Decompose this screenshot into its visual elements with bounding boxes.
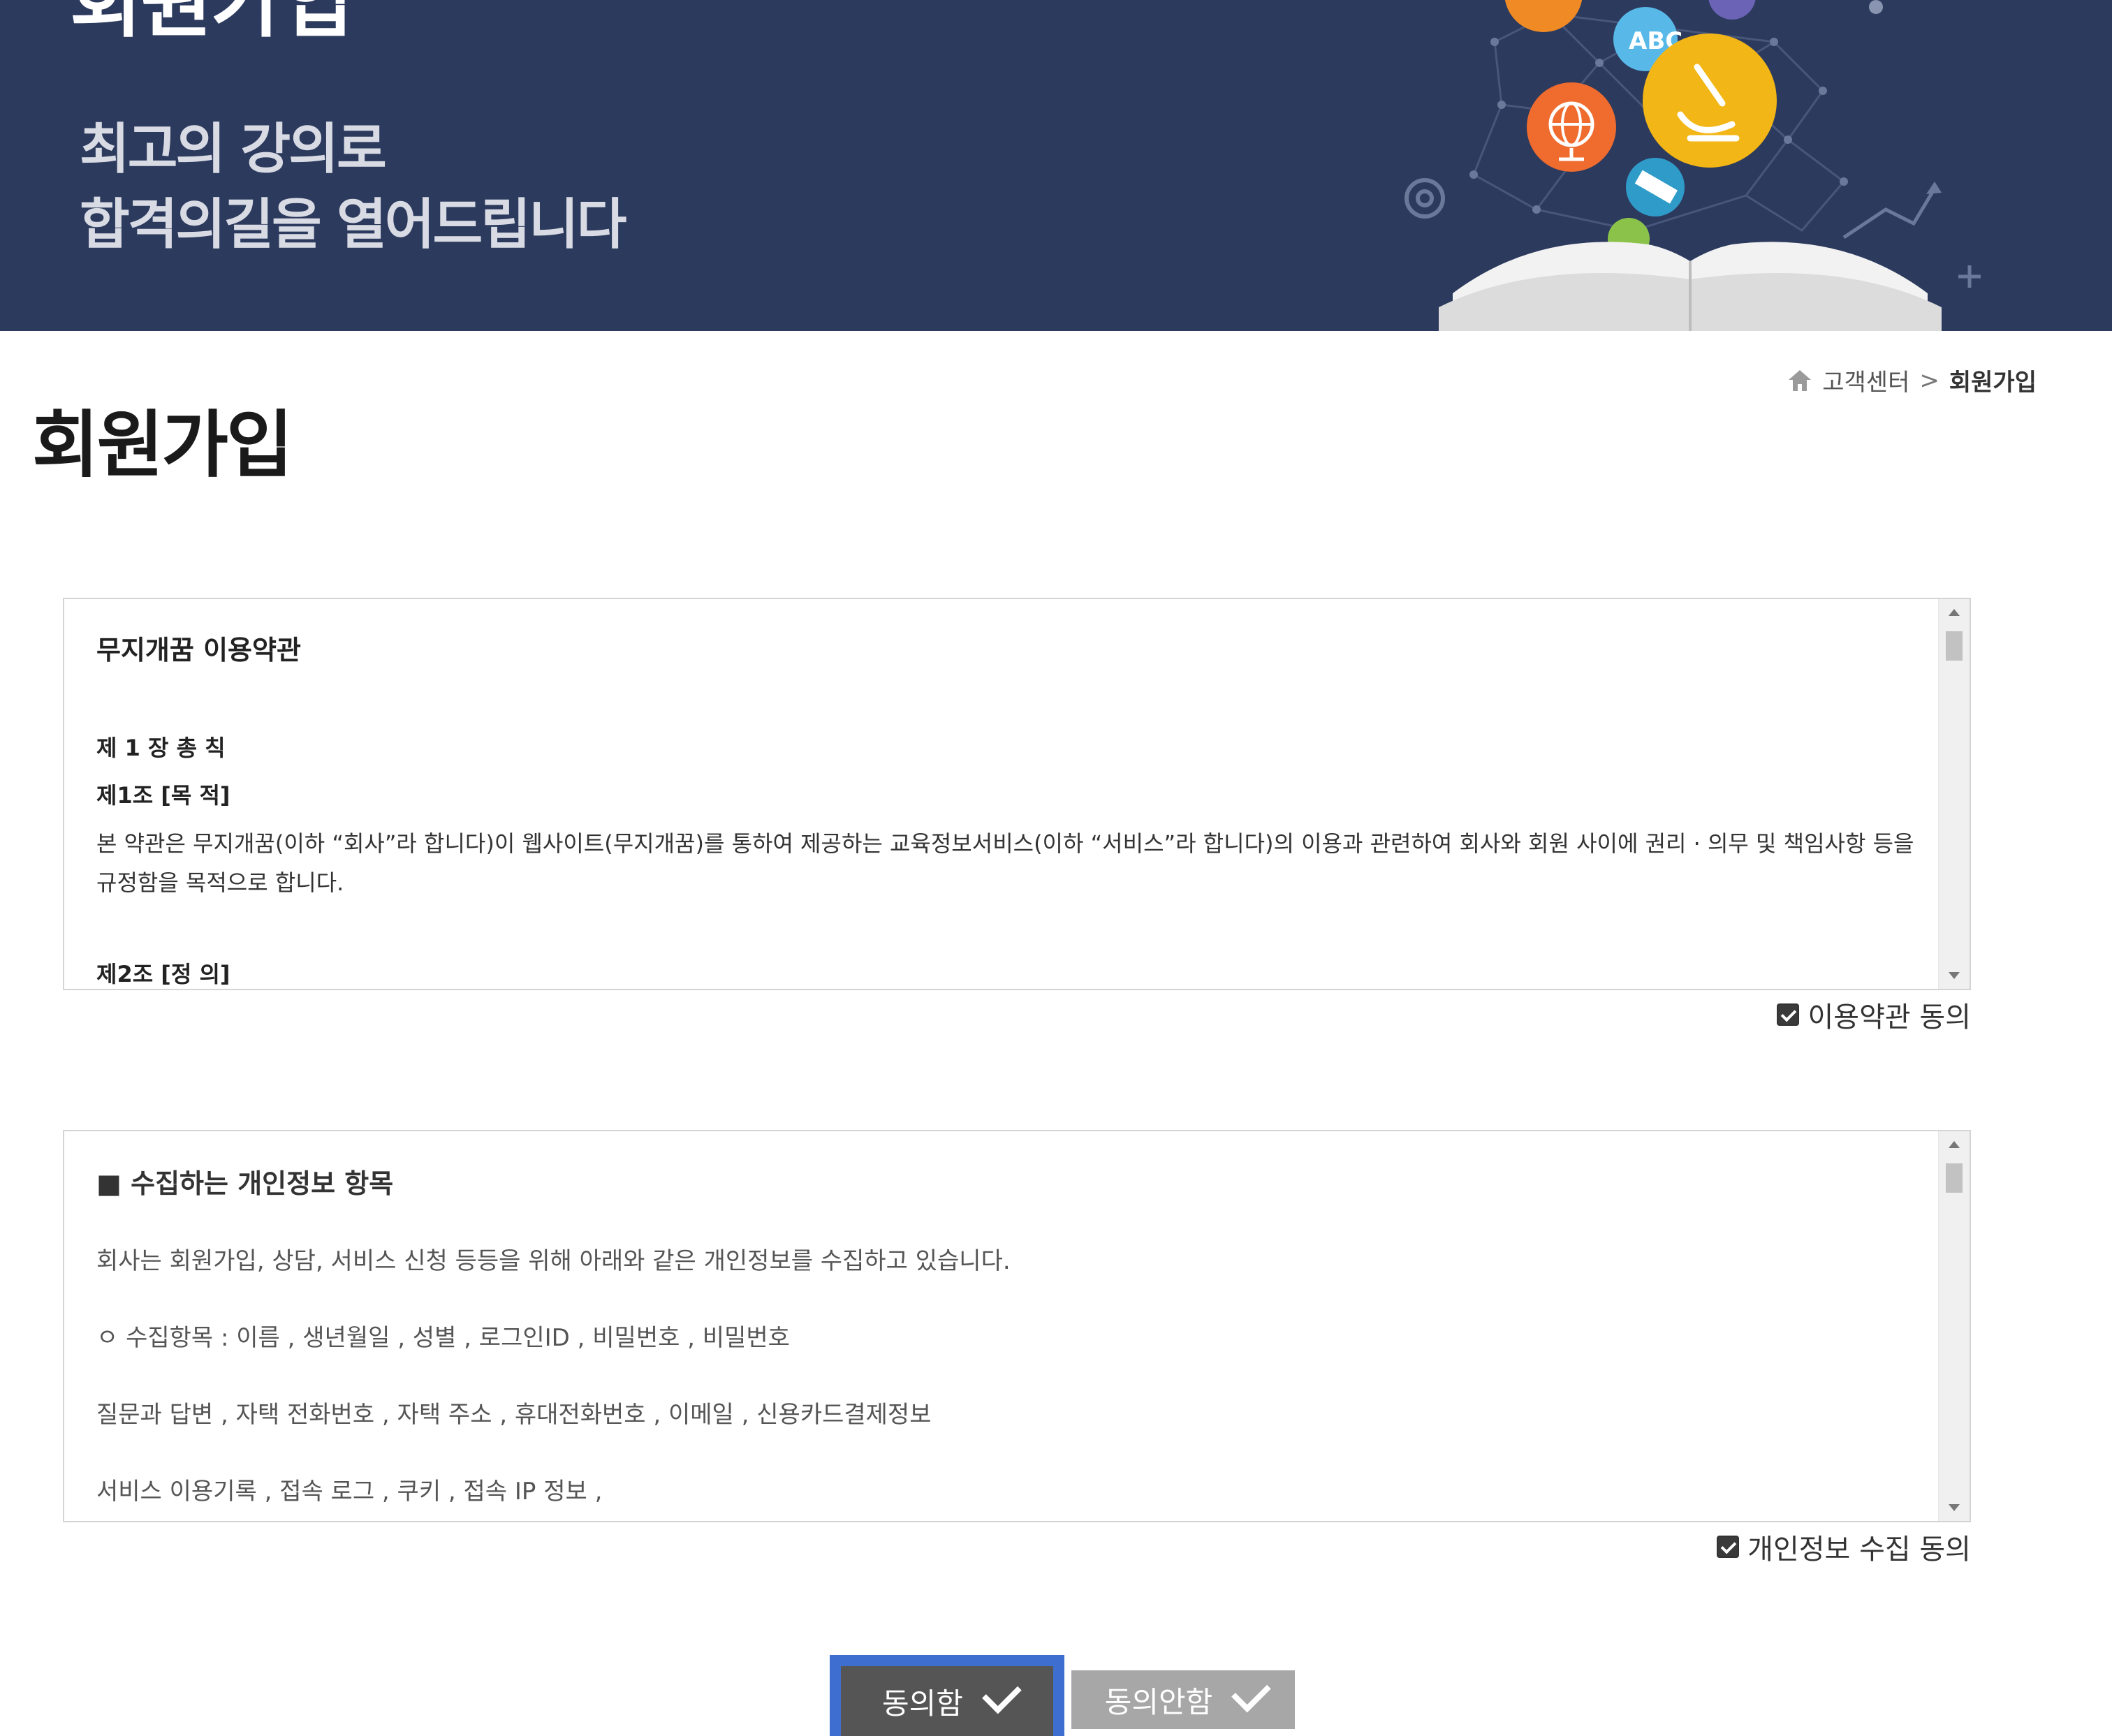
microscope-icon <box>1643 34 1777 168</box>
education-illustration: ABC <box>1405 0 1981 331</box>
gear-icon <box>1405 178 1445 219</box>
page-title: 회원가입 <box>32 402 293 487</box>
scroll-up-icon[interactable] <box>1949 609 1960 616</box>
agree-button-label: 동의함 <box>882 1686 963 1721</box>
privacy-line2: ㅇ 수집항목 : 이름 , 생년월일 , 성별 , 로그인ID , 비밀번호 ,… <box>96 1324 790 1352</box>
scroll-thumb[interactable] <box>1946 1163 1963 1193</box>
banner-subtitle-line2: 합격의길을 열어드립니다 <box>80 193 627 256</box>
scroll-down-icon[interactable] <box>1949 1504 1960 1511</box>
banner-subtitle-line1: 최고의 강의로 <box>80 118 387 181</box>
agree-button[interactable]: 동의함 <box>830 1655 1064 1736</box>
checkbox-checked-icon[interactable] <box>1717 1536 1740 1558</box>
breadcrumb-separator: > <box>1919 366 1939 395</box>
terms-chapter: 제 1 장 총 칙 <box>96 735 226 761</box>
breadcrumb-current: 회원가입 <box>1949 369 2037 397</box>
book-icon <box>1439 242 1942 331</box>
breadcrumb: 고객센터 > 회원가입 <box>1787 363 2037 397</box>
banner-title: 회원가입 <box>70 0 353 48</box>
check-icon <box>982 1674 1022 1714</box>
privacy-line3: 질문과 답변 , 자택 전화번호 , 자택 주소 , 휴대전화번호 , 이메일 … <box>96 1401 932 1429</box>
banner-subtitle: 최고의 강의로 합격의길을 열어드립니다 <box>80 112 627 263</box>
terms-title: 무지개꿈 이용약관 <box>96 635 301 665</box>
privacy-scrollbar[interactable] <box>1938 1131 1970 1521</box>
terms-of-service-box[interactable]: 무지개꿈 이용약관 제 1 장 총 칙 제1조 [목 적] 본 약관은 무지개꿈… <box>63 598 1971 990</box>
privacy-agree-checkbox[interactable]: 개인정보 수집 동의 <box>1717 1527 1971 1567</box>
terms-article1-body: 본 약관은 무지개꿈(이하 “회사”라 합니다)이 웹사이트(무지개꿈)를 통하… <box>96 830 1914 896</box>
terms-article2-title: 제2조 [정 의] <box>96 961 230 987</box>
header-banner: 회원가입 최고의 강의로 합격의길을 열어드립니다 ABC <box>0 0 2112 331</box>
terms-agree-checkbox[interactable]: 이용약관 동의 <box>1777 994 1971 1035</box>
privacy-line1: 회사는 회원가입, 상담, 서비스 신청 등등을 위해 아래와 같은 개인정보를… <box>96 1247 1011 1275</box>
terms-article1-title: 제1조 [목 적] <box>96 782 230 809</box>
home-icon[interactable] <box>1787 369 1812 392</box>
breadcrumb-parent[interactable]: 고객센터 <box>1822 363 1909 397</box>
scroll-thumb[interactable] <box>1946 631 1963 661</box>
privacy-line4: 서비스 이용기록 , 접속 로그 , 쿠키 , 접속 IP 정보 , <box>96 1478 603 1506</box>
checkbox-checked-icon[interactable] <box>1777 1003 1800 1026</box>
privacy-collection-box[interactable]: ■ 수집하는 개인정보 항목 회사는 회원가입, 상담, 서비스 신청 등등을 … <box>63 1130 1971 1522</box>
privacy-agree-label: 개인정보 수집 동의 <box>1747 1533 1971 1566</box>
privacy-title: ■ 수집하는 개인정보 항목 <box>96 1168 394 1199</box>
check-icon <box>1231 1672 1271 1713</box>
privacy-content: ■ 수집하는 개인정보 항목 회사는 회원가입, 상담, 서비스 신청 등등을 … <box>96 1131 1918 1521</box>
terms-scrollbar[interactable] <box>1938 599 1970 989</box>
terms-agree-label: 이용약관 동의 <box>1807 1001 1971 1033</box>
disagree-button-label: 동의안함 <box>1104 1684 1213 1719</box>
scroll-up-icon[interactable] <box>1949 1141 1960 1148</box>
disagree-button[interactable]: 동의안함 <box>1071 1670 1295 1729</box>
scroll-down-icon[interactable] <box>1949 972 1960 979</box>
terms-content: 무지개꿈 이용약관 제 1 장 총 칙 제1조 [목 적] 본 약관은 무지개꿈… <box>96 599 1918 989</box>
